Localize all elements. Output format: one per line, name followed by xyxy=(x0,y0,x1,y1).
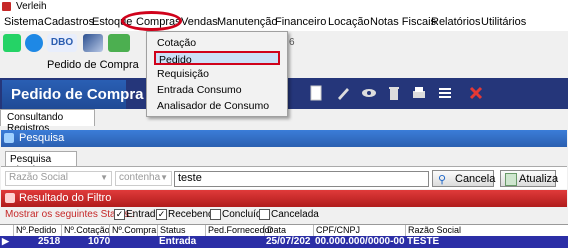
field-combo-value: Razão Social xyxy=(9,172,68,183)
tab-pedido-de-compra[interactable]: Pedido de Compra xyxy=(47,59,139,71)
status-concluida-checkbox[interactable] xyxy=(210,209,221,220)
cancel-label: Cancela xyxy=(455,173,496,185)
cell-data: 25/07/202 xyxy=(266,236,311,247)
title-bar: Verleih xyxy=(0,0,568,14)
status-filter-row: Mostrar os seguintes Status : ✓ Entrada … xyxy=(1,209,567,222)
column-header-compra[interactable]: Nº.Compra xyxy=(109,225,156,236)
column-header-ped-fornecedor[interactable]: Ped.Fornecedor xyxy=(205,225,273,236)
cell-razao-social: TESTE xyxy=(407,236,440,247)
status-recebendo-checkbox[interactable]: ✓ xyxy=(156,209,167,220)
menu-relatorios[interactable]: Relatórios xyxy=(431,16,481,28)
chevron-down-icon: ▼ xyxy=(100,173,108,182)
resultado-label: Resultado do Filtro xyxy=(19,192,112,204)
row-indicator-icon: ▶ xyxy=(2,236,9,246)
menu-list-icon[interactable] xyxy=(437,85,453,101)
field-combo[interactable]: Razão Social ▼ xyxy=(5,171,112,186)
status-cancelada-label: Cancelada xyxy=(271,209,319,220)
menu-item-pedido[interactable]: Pedido xyxy=(154,51,280,66)
operator-combo-value: contenha xyxy=(119,172,161,183)
update-button[interactable]: Atualiza xyxy=(500,170,559,187)
compras-highlight-ring xyxy=(121,11,182,31)
result-section-icon xyxy=(5,193,15,203)
menu-sistema[interactable]: Sistema xyxy=(4,16,44,28)
menu-item-analisador-consumo[interactable]: Analisador de Consumo xyxy=(154,99,280,113)
search-input-value: teste xyxy=(178,172,202,184)
cell-cotacao: 1070 xyxy=(88,236,111,247)
tab-consultando-registros[interactable]: Consultando Registros xyxy=(0,109,95,134)
status-entrada-checkbox[interactable]: ✓ xyxy=(114,209,125,220)
teamviewer-icon[interactable] xyxy=(25,34,43,52)
grid-header: Nº.Pedido Nº.Cotação Nº.Compra Status Pe… xyxy=(0,224,568,236)
menu-item-entrada-consumo[interactable]: Entrada Consumo xyxy=(154,83,280,97)
delete-bin-icon[interactable] xyxy=(386,85,402,101)
dbo-icon[interactable]: DBO xyxy=(47,34,77,52)
edit-pencil-icon[interactable] xyxy=(335,85,351,101)
cell-pedido: 2518 xyxy=(38,236,61,247)
cell-cpf-cnpj: 00.000.000/0000-00 xyxy=(315,236,405,247)
refresh-icon xyxy=(505,173,517,186)
column-header-razao-social[interactable]: Razão Social xyxy=(405,225,461,236)
status-cancelada-checkbox[interactable] xyxy=(259,209,270,220)
column-header-pedido[interactable]: Nº.Pedido xyxy=(13,225,56,236)
menu-notas-fiscais[interactable]: Notas Fiscais xyxy=(370,16,436,28)
search-input[interactable]: teste xyxy=(174,171,429,187)
blue-stripes-icon[interactable] xyxy=(83,34,103,52)
menu-locacao[interactable]: Locação xyxy=(328,16,370,28)
column-header-status[interactable]: Status xyxy=(157,225,186,236)
table-row[interactable]: ▶ 2518 1070 Entrada 25/07/202 00.000.000… xyxy=(0,236,568,248)
menu-cadastros[interactable]: Cadastros xyxy=(44,16,94,28)
menu-bar: Sistema Cadastros Estoque Compras Vendas… xyxy=(0,14,568,31)
operator-combo[interactable]: contenha ▼ xyxy=(115,171,172,186)
compras-dropdown-menu: Cotação Pedido Requisição Entrada Consum… xyxy=(146,31,288,117)
chevron-down-icon: ▼ xyxy=(160,173,168,182)
menu-item-cotacao[interactable]: Cotação xyxy=(154,36,280,50)
print-icon[interactable] xyxy=(411,85,427,101)
column-header-cpf-cnpj[interactable]: CPF/CNPJ xyxy=(313,225,360,236)
pesquisa-header: Pesquisa xyxy=(1,130,567,147)
grid-indicator-header xyxy=(0,225,12,236)
tab-pesquisa-simples[interactable]: Pesquisa Simples xyxy=(5,151,77,176)
pesquisa-label: Pesquisa xyxy=(19,132,65,144)
close-x-icon[interactable] xyxy=(468,85,484,101)
menu-manutencao[interactable]: Manutenção xyxy=(217,16,278,28)
cell-status: Entrada xyxy=(159,236,197,247)
menu-financeiro[interactable]: Financeiro xyxy=(275,16,326,28)
column-header-data[interactable]: Data xyxy=(264,225,286,236)
menu-utilitarios[interactable]: Utilitários xyxy=(481,16,526,28)
menu-item-requisicao[interactable]: Requisição xyxy=(154,67,280,81)
toolbar-mark: 6 xyxy=(289,37,295,48)
page-title: Pedido de Compra xyxy=(11,86,144,103)
new-document-icon[interactable] xyxy=(308,85,324,101)
search-cancel-icon: ⚲ xyxy=(438,174,447,186)
update-label: Atualiza xyxy=(519,173,559,185)
view-eye-icon[interactable] xyxy=(361,85,377,101)
cancel-button[interactable]: ⚲ Cancela xyxy=(432,170,496,187)
search-section-icon xyxy=(4,133,14,143)
menu-vendas[interactable]: Vendas xyxy=(181,16,218,28)
resultado-header: Resultado do Filtro xyxy=(1,190,567,207)
window-title: Verleih xyxy=(16,1,47,12)
truck-icon[interactable] xyxy=(108,34,130,52)
app-icon xyxy=(2,2,11,11)
whatsapp-icon[interactable] xyxy=(3,34,21,52)
column-header-cotacao[interactable]: Nº.Cotação xyxy=(61,225,110,236)
